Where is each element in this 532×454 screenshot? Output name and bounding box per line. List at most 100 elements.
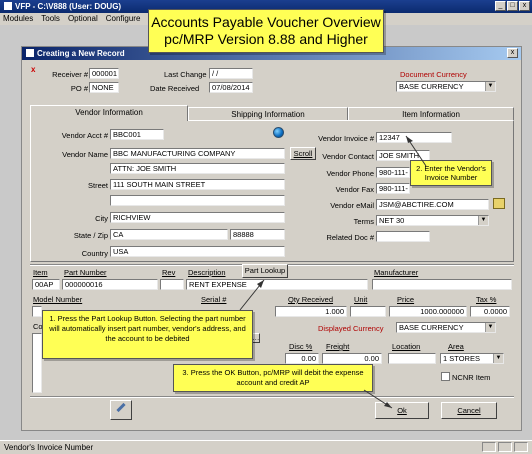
related-doc-field[interactable] xyxy=(376,231,430,242)
comments-label: Comments xyxy=(33,322,42,331)
terms-value: NET 30 xyxy=(379,216,405,225)
country-field[interactable]: USA xyxy=(110,246,285,257)
item-label: Item xyxy=(33,268,48,277)
serial-label: Serial # xyxy=(201,295,227,304)
area-select[interactable]: 1 STORES ▼ xyxy=(440,353,504,364)
status-cell xyxy=(482,442,496,452)
tab-item-information[interactable]: Item Information xyxy=(348,107,514,121)
related-doc-label: Related Doc # xyxy=(326,233,374,242)
receiver-field[interactable]: 000001 xyxy=(89,68,119,79)
status-bar: Vendor's Invoice Number xyxy=(0,440,532,454)
country-label: Country xyxy=(81,249,108,258)
chevron-down-icon[interactable]: ▼ xyxy=(485,82,495,91)
tab-shipping-information[interactable]: Shipping Information xyxy=(188,107,348,121)
step3-callout: 3. Press the OK Button, pc/MRP will debi… xyxy=(173,364,373,392)
wrench-icon xyxy=(116,402,126,413)
vendor-acct-field[interactable]: BBC001 xyxy=(110,129,164,140)
dialog-close-icon[interactable]: x xyxy=(507,48,518,58)
chevron-down-icon[interactable]: ▼ xyxy=(493,354,503,363)
location-field[interactable] xyxy=(388,353,436,364)
chevron-down-icon[interactable]: ▼ xyxy=(478,216,488,225)
description-field[interactable]: RENT EXPENSE xyxy=(186,279,368,290)
step3-arrow xyxy=(363,389,393,409)
state-zip-label: State / Zip xyxy=(73,231,108,240)
item-field[interactable]: 00AP xyxy=(32,279,60,290)
vendor-acct-label: Vendor Acct # xyxy=(61,131,108,140)
vendor-email-label: Vendor eMail xyxy=(330,201,374,210)
vendor-phone-field[interactable]: 980-111- xyxy=(376,167,410,178)
vendor-invoice-label: Vendor Invoice # xyxy=(318,134,374,143)
ncnr-label: NCNR Item xyxy=(452,373,491,382)
freight-field[interactable]: 0.00 xyxy=(322,353,382,364)
status-text: Vendor's Invoice Number xyxy=(4,443,94,452)
vendor-fax-label: Vendor Fax xyxy=(335,185,374,194)
comments-field[interactable] xyxy=(32,333,42,393)
vendor-email-field[interactable]: JSM@ABCTIRE.COM xyxy=(376,199,489,210)
last-change-label: Last Change xyxy=(164,70,207,79)
vendor-name-label: Vendor Name xyxy=(62,150,108,159)
title-callout-line2: pc/MRP Version 8.88 and Higher xyxy=(164,31,368,47)
menu-configure[interactable]: Configure xyxy=(106,14,141,24)
menu-optional[interactable]: Optional xyxy=(68,14,98,24)
freight-label: Freight xyxy=(326,342,350,351)
disc-label: Disc % xyxy=(289,342,313,351)
cancel-button[interactable]: Cancel xyxy=(441,402,497,419)
tab-vendor-information[interactable]: Vendor Information xyxy=(30,105,188,121)
city-label: City xyxy=(95,214,108,223)
rev-field[interactable] xyxy=(160,279,184,290)
email-icon[interactable] xyxy=(493,198,505,209)
model-number-field[interactable] xyxy=(32,306,42,317)
street-label: Street xyxy=(87,181,108,190)
part-number-field[interactable]: 000000016 xyxy=(62,279,158,290)
vendor-name-field[interactable]: BBC MANUFACTURING COMPANY xyxy=(110,148,285,159)
price-label: Price xyxy=(397,295,415,304)
qty-received-field[interactable]: 1.000 xyxy=(275,306,347,317)
disc-field[interactable]: 0.00 xyxy=(285,353,319,364)
close-icon[interactable]: x xyxy=(519,1,530,11)
step1-arrow xyxy=(239,279,265,311)
price-field[interactable]: 1000.000000 xyxy=(389,306,467,317)
state-field[interactable]: CA xyxy=(110,229,228,240)
status-cell xyxy=(498,442,512,452)
part-number-label: Part Number xyxy=(64,268,107,277)
displayed-currency-select[interactable]: BASE CURRENCY ▼ xyxy=(396,322,496,333)
document-currency-select[interactable]: BASE CURRENCY ▼ xyxy=(396,81,496,92)
chevron-down-icon[interactable]: ▼ xyxy=(485,323,495,332)
tax-field[interactable]: 0.0000 xyxy=(470,306,510,317)
description-label: Description xyxy=(188,268,226,277)
dialog-icon xyxy=(26,49,34,57)
step1-callout: 1. Press the Part Lookup Button. Selecti… xyxy=(42,310,253,359)
displayed-currency-value: BASE CURRENCY xyxy=(399,323,464,332)
title-callout-line1: Accounts Payable Voucher Overview xyxy=(151,14,381,30)
street-field[interactable]: 111 SOUTH MAIN STREET xyxy=(110,179,285,190)
step2-arrow xyxy=(405,135,427,167)
document-currency-value: BASE CURRENCY xyxy=(399,82,464,91)
street2-field[interactable] xyxy=(110,195,285,206)
terms-select[interactable]: NET 30 ▼ xyxy=(376,215,489,226)
terms-label: Terms xyxy=(353,217,374,226)
dialog-title: Creating a New Record xyxy=(37,49,125,58)
minimize-icon[interactable]: _ xyxy=(495,1,506,11)
maximize-icon[interactable]: □ xyxy=(507,1,518,11)
po-label: PO # xyxy=(70,84,88,93)
city-field[interactable]: RICHVIEW xyxy=(110,212,285,223)
window-controls: _ □ x xyxy=(495,1,530,11)
zip-field[interactable]: 88888 xyxy=(230,229,285,240)
date-received-field[interactable]: 07/08/2014 xyxy=(209,82,253,93)
po-field[interactable]: NONE xyxy=(89,82,119,93)
vendor-contact-label: Vendor Contact xyxy=(322,152,374,161)
menu-modules[interactable]: Modules xyxy=(3,14,33,24)
wrench-tool-button[interactable] xyxy=(110,400,132,420)
globe-icon[interactable] xyxy=(273,127,284,138)
vendor-fax-field[interactable]: 980-111- xyxy=(376,183,410,194)
unit-field[interactable] xyxy=(350,306,386,317)
red-marker-icon: x xyxy=(31,65,36,74)
menu-tools[interactable]: Tools xyxy=(41,14,60,24)
rev-label: Rev xyxy=(162,268,176,277)
manufacturer-label: Manufacturer xyxy=(374,268,419,277)
vendor-attn-field[interactable]: ATTN: JOE SMITH xyxy=(110,163,285,174)
ncnr-checkbox[interactable] xyxy=(441,372,450,381)
manufacturer-field[interactable] xyxy=(372,279,512,290)
receiver-label: Receiver # xyxy=(52,70,88,79)
location-label: Location xyxy=(392,342,421,351)
